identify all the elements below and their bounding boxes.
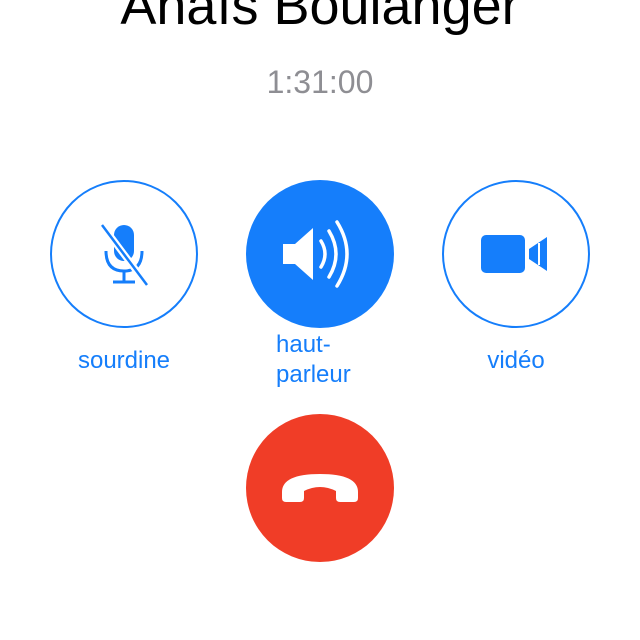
phone-hang-up-icon <box>282 474 358 502</box>
end-call-button[interactable] <box>246 414 394 562</box>
mute-button[interactable] <box>50 180 198 328</box>
speaker-button[interactable] <box>246 180 394 328</box>
call-timer: 1:31:00 <box>266 64 374 100</box>
speaker-label: haut- parleur <box>276 330 351 390</box>
speaker-label-line2: parleur <box>276 361 351 388</box>
video-camera-icon <box>481 235 547 273</box>
microphone-slash-icon <box>99 222 150 288</box>
mute-label: sourdine <box>77 347 171 374</box>
call-screen: Anaïs Boulanger 1:31:00 sourdine haut- p… <box>0 0 640 640</box>
video-label: vidéo <box>487 347 545 374</box>
speaker-icon <box>283 220 349 288</box>
speaker-label-line1: haut- <box>276 331 331 358</box>
caller-name: Anaïs Boulanger <box>120 0 520 36</box>
video-button[interactable] <box>442 180 590 328</box>
